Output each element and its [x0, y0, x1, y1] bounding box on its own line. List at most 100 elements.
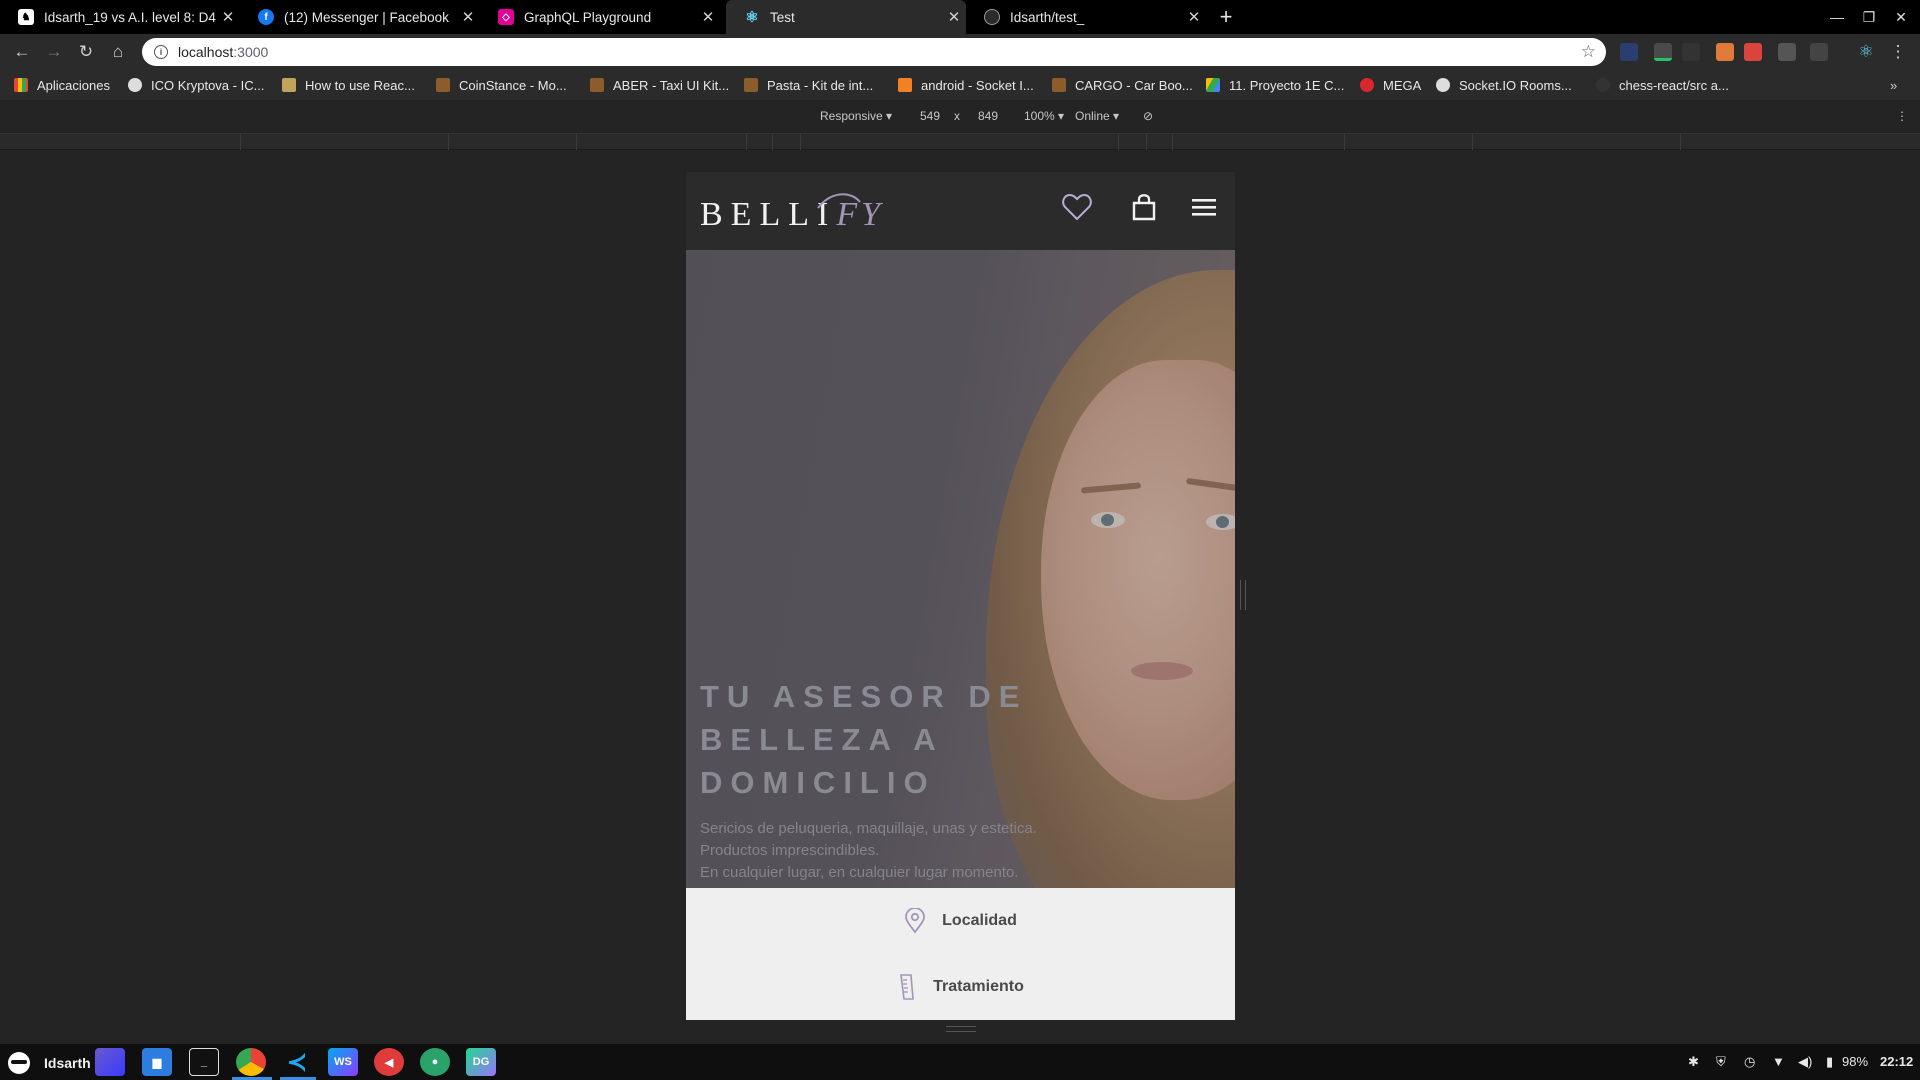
- close-icon[interactable]: ✕: [1182, 8, 1206, 26]
- system-time[interactable]: 22:12: [1880, 1054, 1913, 1069]
- bookmark-item[interactable]: ICO Kryptova - IC...: [128, 76, 264, 94]
- rotate-icon[interactable]: ⊘: [1143, 109, 1153, 123]
- width-input[interactable]: 549: [920, 109, 940, 123]
- tab-lichess[interactable]: ♞ Idsarth_19 vs A.I. level 8: D40 ✕: [0, 0, 240, 34]
- datagrip-app-icon[interactable]: DG: [466, 1048, 496, 1076]
- username: Idsarth: [44, 1055, 91, 1071]
- close-window-button[interactable]: ✕: [1884, 0, 1918, 34]
- user-menu[interactable]: Idsarth: [8, 1052, 91, 1074]
- treatment-selector[interactable]: Tratamiento: [686, 954, 1235, 1020]
- info-icon[interactable]: i: [154, 45, 168, 59]
- close-icon[interactable]: ✕: [456, 8, 480, 26]
- device-select[interactable]: Responsive ▾: [820, 109, 892, 123]
- zoom-label: 100%: [1024, 109, 1055, 123]
- media-segment[interactable]: [240, 134, 241, 150]
- bookmark-item[interactable]: android - Socket I...: [898, 76, 1034, 94]
- media-segment[interactable]: [1118, 134, 1119, 150]
- media-segment[interactable]: [1344, 134, 1345, 150]
- extension-icon[interactable]: [1716, 43, 1734, 61]
- menu-dots-icon[interactable]: ⋮: [1886, 40, 1910, 64]
- address-bar[interactable]: i localhost:3000 ☆: [142, 38, 1606, 66]
- bluetooth-icon[interactable]: ✱: [1688, 1054, 1699, 1070]
- bookmark-item[interactable]: Aplicaciones: [14, 76, 110, 94]
- bookmark-item[interactable]: 11. Proyecto 1E C...: [1206, 76, 1344, 94]
- media-query-bar[interactable]: [0, 134, 1920, 150]
- files-app-icon[interactable]: [95, 1048, 125, 1076]
- tab-graphql[interactable]: ◇ GraphQL Playground ✕: [480, 0, 720, 34]
- media-segment[interactable]: [1680, 134, 1681, 150]
- bookmark-item[interactable]: MEGA: [1360, 76, 1421, 94]
- chrome-app-icon[interactable]: [236, 1048, 266, 1076]
- folder-app-icon[interactable]: ▆: [142, 1048, 172, 1076]
- media-segment[interactable]: [1146, 134, 1147, 150]
- clock-icon[interactable]: ◷: [1744, 1054, 1755, 1070]
- battery-icon[interactable]: ▮: [1826, 1054, 1833, 1070]
- media-segment[interactable]: [448, 134, 449, 150]
- reload-icon[interactable]: ↻: [74, 40, 98, 64]
- battery-percent: 98%: [1842, 1054, 1869, 1069]
- hero-subtitle-line: Sericios de peluqueria, maquillaje, unas…: [700, 820, 1037, 837]
- media-segment[interactable]: [576, 134, 577, 150]
- media-segment[interactable]: [1172, 134, 1173, 150]
- height-input[interactable]: 849: [978, 109, 998, 123]
- viewport-resize-handle-bottom[interactable]: [946, 1026, 976, 1032]
- bookmark-item[interactable]: How to use Reac...: [282, 76, 415, 94]
- location-selector[interactable]: Localidad: [686, 888, 1235, 954]
- bellify-logo[interactable]: BELLIFY: [700, 193, 884, 240]
- close-icon[interactable]: ✕: [216, 8, 240, 26]
- home-icon[interactable]: ⌂: [106, 40, 130, 64]
- network-label: Online: [1075, 109, 1110, 123]
- bookmark-item[interactable]: ABER - Taxi UI Kit...: [590, 76, 729, 94]
- tab-test[interactable]: ⚛ Test ✕: [726, 0, 966, 34]
- more-bookmarks-icon[interactable]: »: [1890, 76, 1897, 94]
- maximize-button[interactable]: ❐: [1852, 0, 1886, 34]
- bookmark-star-icon[interactable]: ☆: [1581, 42, 1596, 62]
- media-segment[interactable]: [800, 134, 801, 150]
- bookmark-item[interactable]: CoinStance - Mo...: [436, 76, 567, 94]
- zoom-select[interactable]: 100% ▾: [1024, 109, 1064, 123]
- security-icon[interactable]: ⛨: [1716, 1054, 1726, 1070]
- media-segment[interactable]: [1472, 134, 1473, 150]
- tab-messenger[interactable]: f (12) Messenger | Facebook ✕: [240, 0, 480, 34]
- red-app-icon[interactable]: ◀: [374, 1048, 404, 1076]
- site-header: BELLIFY: [686, 172, 1235, 250]
- bookmark-item[interactable]: CARGO - Car Boo...: [1052, 76, 1193, 94]
- close-icon[interactable]: ✕: [942, 8, 966, 26]
- close-icon[interactable]: ✕: [696, 8, 720, 26]
- themeforest-icon: [1052, 78, 1066, 92]
- extension-icon[interactable]: [1620, 43, 1638, 61]
- bookmark-item[interactable]: chess-react/src a...: [1596, 76, 1729, 94]
- tab-github[interactable]: Idsarth/test_ ✕: [966, 0, 1206, 34]
- viewport-resize-handle-right[interactable]: [1240, 580, 1246, 610]
- green-app-icon[interactable]: ●: [420, 1048, 450, 1076]
- wifi-icon[interactable]: ▼: [1772, 1054, 1785, 1069]
- media-segment[interactable]: [772, 134, 773, 150]
- extension-icon[interactable]: [1810, 43, 1828, 61]
- extension-icon[interactable]: [1682, 43, 1700, 61]
- hamburger-menu-icon[interactable]: [1187, 190, 1221, 224]
- bookmark-item[interactable]: Socket.IO Rooms...: [1436, 76, 1572, 94]
- volume-icon[interactable]: ◀): [1798, 1054, 1812, 1070]
- forward-arrow-icon[interactable]: →: [42, 40, 66, 64]
- heart-icon[interactable]: [1060, 190, 1094, 224]
- more-options-icon[interactable]: ⋮: [1896, 109, 1908, 123]
- new-tab-button[interactable]: +: [1212, 2, 1240, 32]
- terminal-app-icon[interactable]: _: [189, 1048, 219, 1076]
- bookmark-item[interactable]: Pasta - Kit de int...: [744, 76, 873, 94]
- shopping-bag-icon[interactable]: [1127, 190, 1161, 224]
- hero-subtitle-line: Productos imprescindibles.: [700, 842, 880, 859]
- extension-icon[interactable]: [1744, 43, 1762, 61]
- extension-icon[interactable]: [1654, 43, 1672, 61]
- react-devtools-icon[interactable]: ⚛: [1854, 40, 1878, 64]
- back-arrow-icon[interactable]: ←: [10, 40, 34, 64]
- network-select[interactable]: Online ▾: [1075, 109, 1119, 123]
- minimize-button[interactable]: —: [1820, 0, 1854, 34]
- url-port: :3000: [233, 44, 269, 60]
- react-icon: ⚛: [745, 9, 759, 26]
- extension-icon[interactable]: [1778, 43, 1796, 61]
- search-panel: Localidad Tratamiento: [686, 888, 1235, 1020]
- media-segment[interactable]: [746, 134, 747, 150]
- device-toolbar: Responsive ▾ 549 x 849 100% ▾ Online ▾ ⊘…: [0, 100, 1920, 134]
- vscode-app-icon[interactable]: ≺: [282, 1048, 312, 1076]
- webstorm-app-icon[interactable]: WS: [328, 1048, 358, 1076]
